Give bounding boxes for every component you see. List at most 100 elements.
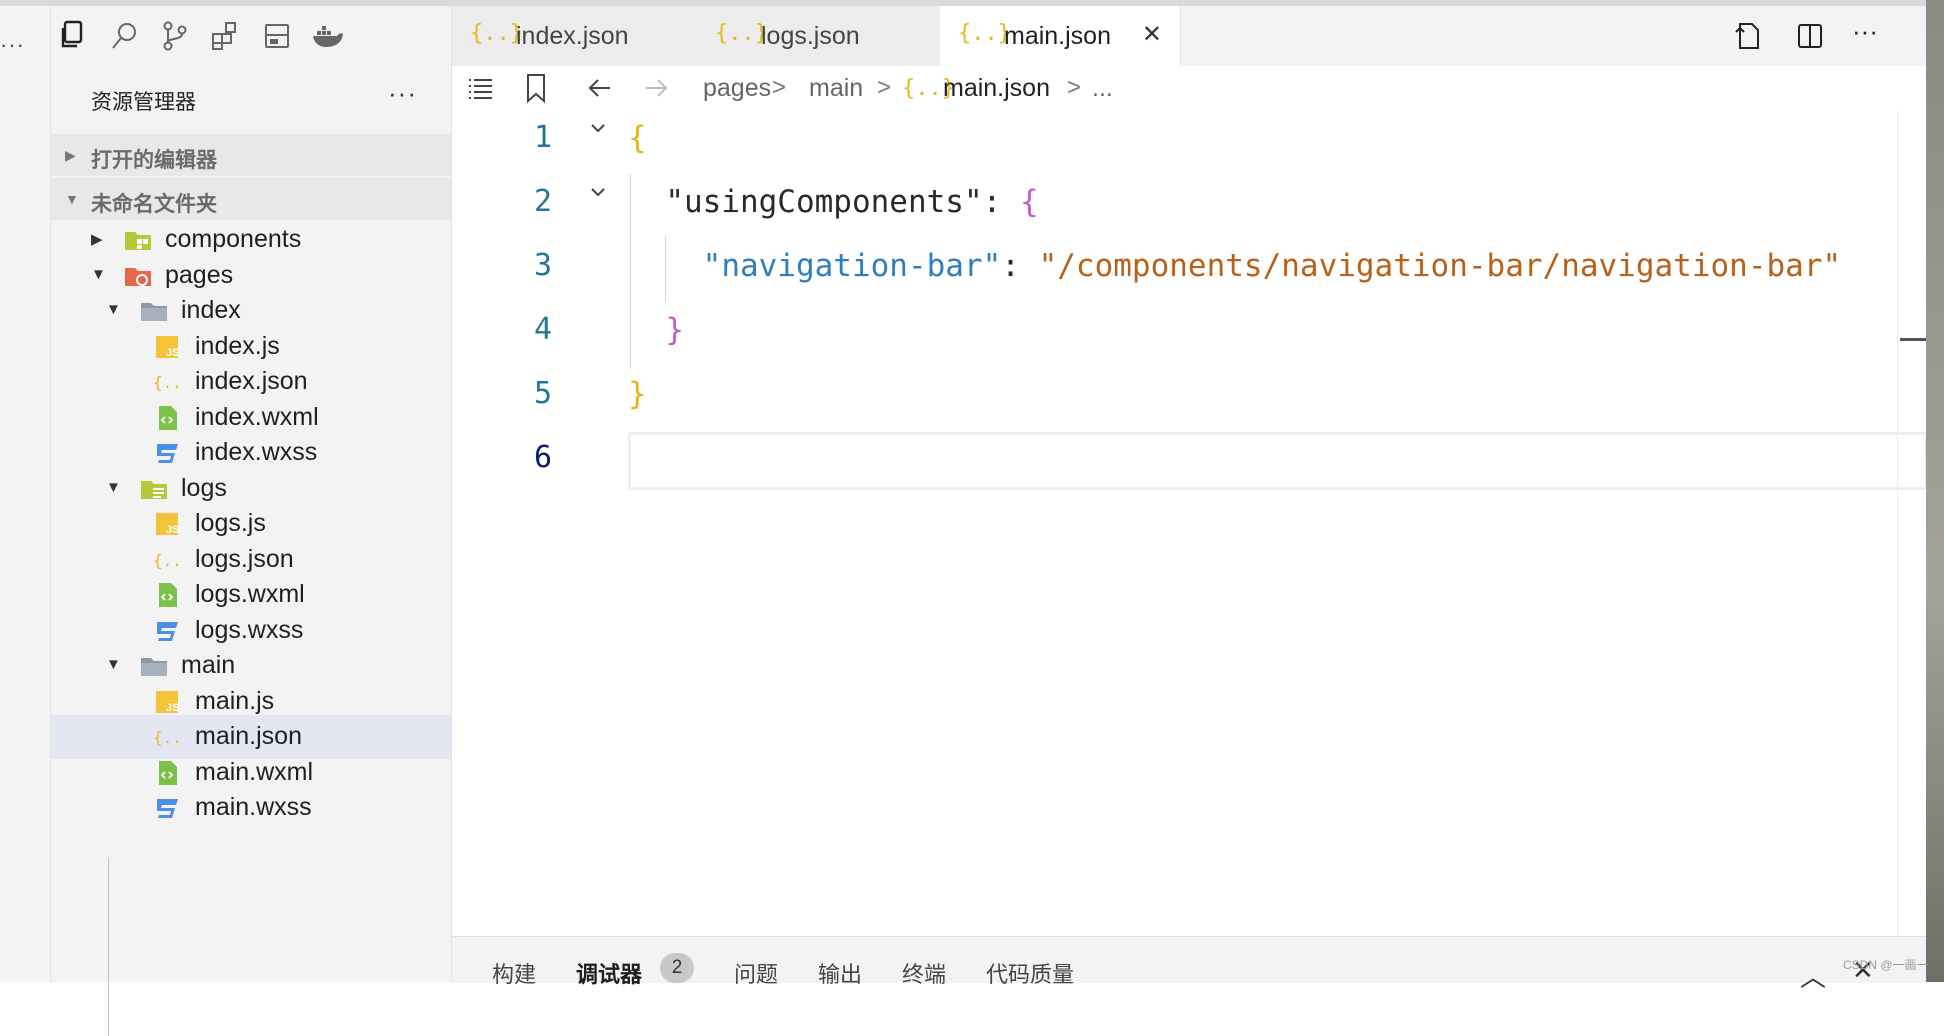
breadcrumb-more[interactable]: ... (1092, 74, 1113, 103)
chevron-down-icon[interactable]: ▼ (106, 656, 121, 673)
tab-terminal[interactable]: 终端 (902, 957, 946, 989)
tree-item-label: main.wxss (195, 793, 312, 821)
explorer-icon[interactable] (55, 18, 91, 54)
tree-item-label: logs.js (195, 509, 266, 537)
overview-ruler-marker (1900, 338, 1926, 341)
js-file-icon: JS (152, 332, 182, 362)
outline-list-icon[interactable] (466, 74, 494, 102)
tree-item-label: logs (181, 473, 227, 502)
tree-item-label: main.js (195, 686, 275, 715)
left-edge-strip: ··· (0, 6, 51, 982)
explorer-more-button[interactable]: ··· (388, 78, 417, 109)
back-arrow-icon[interactable] (586, 74, 614, 102)
tab-index-json[interactable]: {..} index.json (452, 6, 698, 66)
wxss-file-icon (152, 793, 182, 823)
svg-text:{..}: {..} (153, 373, 182, 392)
folder-icon (139, 474, 169, 504)
chevron-down-icon[interactable]: ▼ (106, 479, 121, 496)
tab-label: main.json (1004, 22, 1111, 50)
json-file-icon: {..} (152, 722, 192, 752)
tab-code-quality[interactable]: 代码质量 (986, 957, 1074, 989)
code-line-1: { (628, 120, 647, 156)
js-file-icon: JS (152, 509, 182, 539)
section-workspace-folder[interactable]: ▼ 未命名文件夹 (51, 178, 451, 220)
tab-build[interactable]: 构建 (492, 957, 536, 989)
source-control-icon[interactable] (157, 18, 193, 54)
json-file-icon: {..} (152, 367, 192, 397)
tree-item-label: index (181, 296, 241, 324)
code-editor[interactable]: 1 2 3 4 5 6 { "usingComponents": { "navi… (452, 110, 1928, 936)
indent-guide (108, 858, 109, 1036)
folder-icon (123, 225, 153, 255)
wxss-file-icon (152, 438, 182, 468)
js-file-icon: JS (152, 687, 182, 717)
folder-icon (139, 651, 169, 681)
svg-text:JS: JS (166, 524, 179, 536)
code-line-4: } (665, 312, 684, 348)
code-line-2: "usingComponents": { (665, 184, 1039, 220)
explorer-panel: 资源管理器 ··· ▶ 打开的编辑器 ▼ 未命名文件夹 ▶ components ▼… (51, 66, 452, 1036)
forward-arrow-icon[interactable] (642, 74, 670, 102)
tree-item-label: logs.wxml (195, 580, 305, 608)
chevron-down-icon[interactable]: ▼ (91, 266, 106, 283)
code-line-3: "navigation-bar": "/components/navigatio… (702, 248, 1842, 284)
chevron-right-icon: ▶ (65, 147, 76, 163)
vertical-scrollbar[interactable] (1897, 110, 1926, 936)
chevron-right-icon[interactable]: ▶ (91, 230, 103, 248)
tree-item-main-wxss[interactable]: main.wxss (51, 786, 451, 830)
breadcrumb-main-json[interactable]: main.json (943, 74, 1050, 103)
svg-text:JS: JS (166, 702, 179, 714)
close-icon[interactable]: ✕ (1142, 20, 1162, 49)
tab-label: index.json (516, 22, 629, 50)
chevron-up-icon[interactable]: ︿ (1800, 957, 1826, 994)
code-line-5: } (628, 376, 647, 412)
more-actions-icon[interactable]: ··· (1852, 16, 1878, 47)
section-open-editors[interactable]: ▶ 打开的编辑器 (51, 134, 451, 176)
chevron-down-icon[interactable]: ▼ (106, 301, 121, 318)
explorer-title: 资源管理器 (91, 91, 196, 114)
tab-problems[interactable]: 问题 (734, 957, 778, 989)
bookmark-icon[interactable] (524, 72, 548, 104)
breadcrumb-bar: pages > main > {..} main.json > ... (452, 66, 1926, 110)
wxml-file-icon (152, 580, 182, 610)
tab-logs-json[interactable]: {..} logs.json (697, 6, 941, 66)
section-label: 打开的编辑器 (91, 149, 217, 172)
docker-icon[interactable] (309, 18, 345, 54)
svg-text:{..}: {..} (153, 728, 182, 747)
open-changes-icon[interactable] (1732, 20, 1764, 52)
more-icon[interactable]: ··· (0, 32, 25, 58)
current-line-highlight (628, 432, 1928, 490)
chevron-right-icon: > (877, 74, 892, 101)
tree-item-label: index.json (195, 367, 308, 395)
extensions-icon[interactable] (207, 18, 243, 54)
tree-item-label: index.js (195, 331, 280, 360)
tree-item-label: main.wxml (195, 757, 314, 786)
fold-chevron-icon[interactable] (588, 182, 608, 202)
tab-debugger[interactable]: 调试器 (576, 957, 642, 989)
breadcrumb-main[interactable]: main (809, 74, 863, 103)
tab-main-json[interactable]: {..} main.json ✕ (940, 6, 1181, 66)
editor-tab-bar: {..} index.json {..} logs.json {..} main… (452, 6, 1926, 66)
tab-label: logs.json (761, 22, 860, 50)
section-label: 未命名文件夹 (91, 193, 217, 216)
chevron-down-icon: ▼ (65, 191, 79, 207)
tree-item-label: index.wxss (195, 438, 318, 466)
split-editor-icon[interactable] (1794, 20, 1826, 52)
json-file-icon: {..} (152, 545, 192, 575)
breadcrumb-pages[interactable]: pages (703, 74, 771, 103)
tab-output[interactable]: 输出 (818, 957, 862, 989)
fold-chevron-icon[interactable] (588, 118, 608, 138)
layout-icon[interactable] (259, 18, 295, 54)
tree-item-label: logs.wxss (195, 615, 304, 644)
wxml-file-icon (152, 758, 182, 788)
tree-item-label: main (181, 651, 236, 679)
folder-icon (123, 261, 153, 291)
tree-item-label: main.json (195, 722, 302, 750)
folder-icon (139, 296, 169, 326)
search-icon[interactable] (107, 18, 143, 54)
wxss-file-icon (152, 616, 182, 646)
svg-text:{..}: {..} (153, 551, 182, 570)
debugger-count-badge: 2 (660, 953, 694, 983)
desktop-background-edge (1926, 0, 1944, 982)
tree-item-label: logs.json (195, 544, 294, 573)
